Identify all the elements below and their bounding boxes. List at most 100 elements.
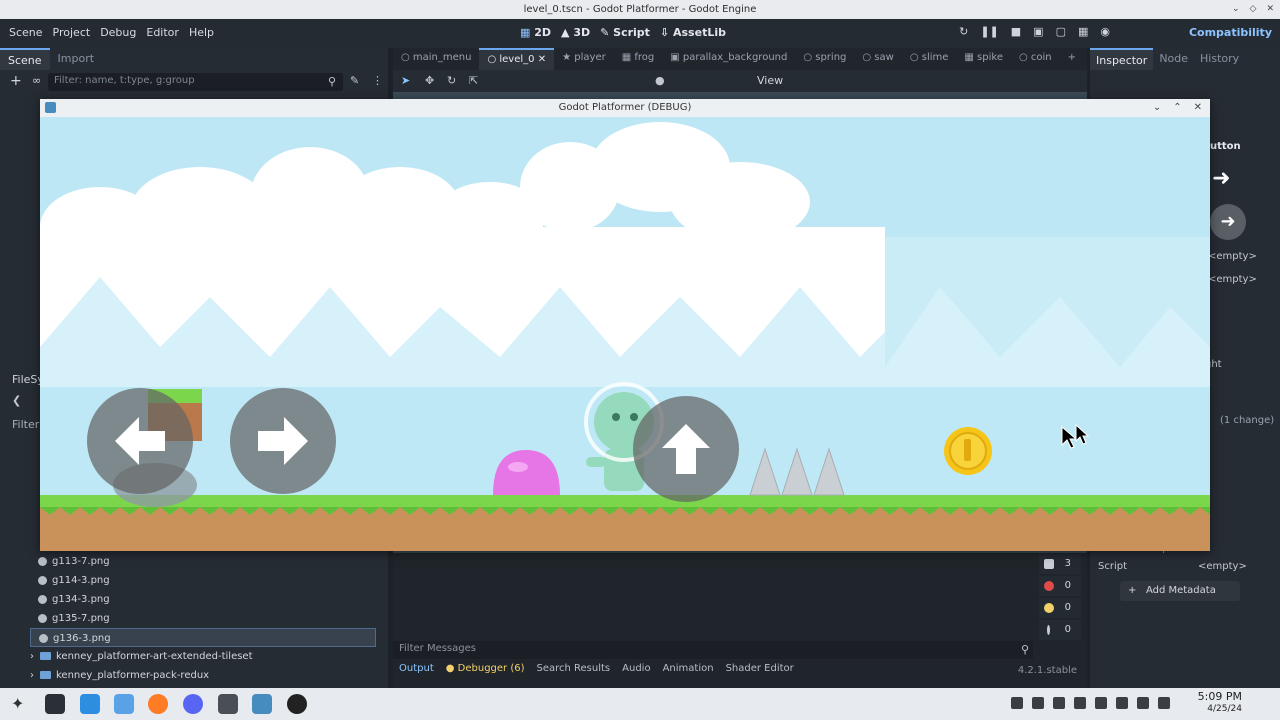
attach-script-icon[interactable]: ✎ — [350, 74, 359, 87]
filter-messages-input[interactable]: Filter Messages — [393, 641, 1033, 659]
property-value[interactable]: <empty> — [1208, 251, 1280, 262]
folder-list: › kenney_platformer-art-extended-tileset … — [22, 647, 382, 685]
tab-coin[interactable]: ○ coin — [1011, 48, 1060, 70]
obs-icon[interactable] — [287, 694, 307, 714]
move-right-button[interactable] — [230, 388, 336, 494]
list-item[interactable]: g135-7.png — [30, 609, 376, 628]
link-icon[interactable]: ∞ — [32, 74, 41, 87]
tab-slime[interactable]: ○ slime — [902, 48, 957, 70]
add-metadata-button[interactable]: + Add Metadata — [1120, 581, 1240, 601]
tab-spring[interactable]: ○ spring — [795, 48, 854, 70]
back-icon[interactable]: ❮ — [12, 394, 21, 407]
tab-node[interactable]: Node — [1153, 48, 1194, 70]
run-current-icon[interactable]: ▢ — [1056, 25, 1066, 38]
battery-icon[interactable] — [1116, 697, 1128, 709]
run-custom-icon[interactable]: ▦ — [1078, 25, 1088, 38]
restore-icon[interactable]: ◇ — [1250, 0, 1257, 19]
stop-icon[interactable]: ■ — [1011, 25, 1021, 38]
tab-label: spike — [977, 52, 1003, 63]
tab-audio[interactable]: Audio — [622, 663, 650, 674]
menu-scene[interactable]: Scene — [4, 26, 48, 39]
view-menu[interactable]: View — [757, 74, 783, 87]
game-window[interactable]: Godot Platformer (DEBUG) ⌄ ⌃ ✕ — [40, 99, 1210, 551]
jump-button[interactable] — [633, 396, 739, 502]
lock-icon[interactable]: ● — [655, 74, 665, 87]
inkscape-icon[interactable] — [218, 694, 238, 714]
move-tool-icon[interactable]: ✥ — [425, 74, 434, 87]
tab-player[interactable]: ★ player — [554, 48, 614, 70]
tab-scene[interactable]: Scene — [0, 48, 50, 70]
property-value[interactable]: <empty> — [1208, 274, 1280, 285]
tab-level-0[interactable]: ○ level_0 ✕ — [479, 48, 555, 70]
tab-frog[interactable]: ▦ frog — [614, 48, 663, 70]
list-item[interactable]: g134-3.png — [30, 590, 376, 609]
tab-label: saw — [874, 52, 894, 63]
close-icon[interactable]: ✕ — [1266, 0, 1274, 19]
tray-icon[interactable] — [1074, 697, 1086, 709]
tab-label: level_0 — [499, 54, 535, 65]
list-item-selected[interactable]: g136-3.png — [30, 628, 376, 647]
firefox-icon[interactable] — [148, 694, 168, 714]
move-left-button[interactable] — [87, 388, 193, 494]
game-scene[interactable] — [40, 117, 1210, 551]
tab-parallax-background[interactable]: ▣ parallax_background — [662, 48, 795, 70]
close-tab-icon[interactable]: ✕ — [538, 54, 546, 65]
tab-debugger[interactable]: ● Debugger (6) — [446, 663, 525, 674]
minimize-icon[interactable]: ⌄ — [1153, 99, 1161, 117]
add-tab-icon[interactable]: + — [1060, 48, 1084, 70]
add-node-icon[interactable]: + — [10, 73, 22, 89]
tab-shader-editor[interactable]: Shader Editor — [726, 663, 794, 674]
close-icon[interactable]: ✕ — [1194, 99, 1202, 117]
folder-item[interactable]: › kenney_platformer-art-extended-tileset — [22, 647, 382, 666]
script-value[interactable]: <empty> — [1198, 561, 1280, 572]
reload-icon[interactable]: ↻ — [959, 25, 968, 38]
godot-icon[interactable] — [252, 694, 272, 714]
tray-icon[interactable] — [1053, 697, 1065, 709]
wifi-icon[interactable] — [1137, 697, 1149, 709]
menu-project[interactable]: Project — [48, 26, 96, 39]
renderer-selector[interactable]: Compatibility — [1189, 26, 1272, 39]
tab-inspector[interactable]: Inspector — [1090, 48, 1154, 70]
terminal-icon[interactable] — [45, 694, 65, 714]
clock[interactable]: 5:09 PM 4/25/24 — [1198, 691, 1242, 715]
tray-icon[interactable] — [1158, 697, 1170, 709]
select-tool-icon[interactable]: ➤ — [401, 74, 410, 87]
minimize-icon[interactable]: ⌄ — [1232, 0, 1240, 19]
folder-item[interactable]: › kenney_platformer-pack-redux — [22, 666, 382, 685]
pause-icon[interactable]: ❚❚ — [980, 25, 998, 38]
menu-editor[interactable]: Editor — [141, 26, 184, 39]
mode-2d-button[interactable]: ▦ 2D — [520, 26, 551, 39]
menu-debug[interactable]: Debug — [95, 26, 141, 39]
tab-animation[interactable]: Animation — [663, 663, 714, 674]
scene-filter-input[interactable]: Filter: name, t:type, g:group — [48, 73, 343, 91]
volume-icon[interactable] — [1095, 697, 1107, 709]
tray-icon[interactable] — [1032, 697, 1044, 709]
discord-icon[interactable] — [183, 694, 203, 714]
tray-icon[interactable] — [1011, 697, 1023, 709]
remote-debug-icon[interactable]: ▣ — [1033, 25, 1043, 38]
scene-tabs: ○ main_menu ○ level_0 ✕ ★ player ▦ frog … — [393, 48, 1087, 70]
tab-history[interactable]: History — [1194, 48, 1245, 70]
mode-script-button[interactable]: ✎ Script — [600, 26, 650, 39]
list-item[interactable]: g113-7.png — [30, 552, 376, 571]
file-manager-icon[interactable] — [114, 694, 134, 714]
menu-help[interactable]: Help — [184, 26, 219, 39]
mode-assetlib-button[interactable]: ⇩ AssetLib — [660, 26, 726, 39]
tab-output[interactable]: Output — [399, 663, 434, 674]
tab-label: spring — [815, 52, 847, 63]
maximize-icon[interactable]: ⌃ — [1173, 99, 1181, 117]
tab-search-results[interactable]: Search Results — [537, 663, 611, 674]
tab-import[interactable]: Import — [50, 48, 103, 70]
store-icon[interactable] — [80, 694, 100, 714]
scale-tool-icon[interactable]: ⇱ — [469, 74, 478, 87]
tab-saw[interactable]: ○ saw — [854, 48, 901, 70]
tab-label: slime — [921, 52, 949, 63]
movie-icon[interactable]: ◉ — [1100, 25, 1110, 38]
list-item[interactable]: g114-3.png — [30, 571, 376, 590]
mode-3d-button[interactable]: ▲ 3D — [561, 26, 590, 39]
tab-spike[interactable]: ▦ spike — [956, 48, 1011, 70]
tab-main-menu[interactable]: ○ main_menu — [393, 48, 479, 70]
app-launcher-icon[interactable]: ✦ — [11, 694, 31, 714]
more-icon[interactable]: ⋮ — [372, 74, 383, 87]
rotate-tool-icon[interactable]: ↻ — [447, 74, 456, 87]
